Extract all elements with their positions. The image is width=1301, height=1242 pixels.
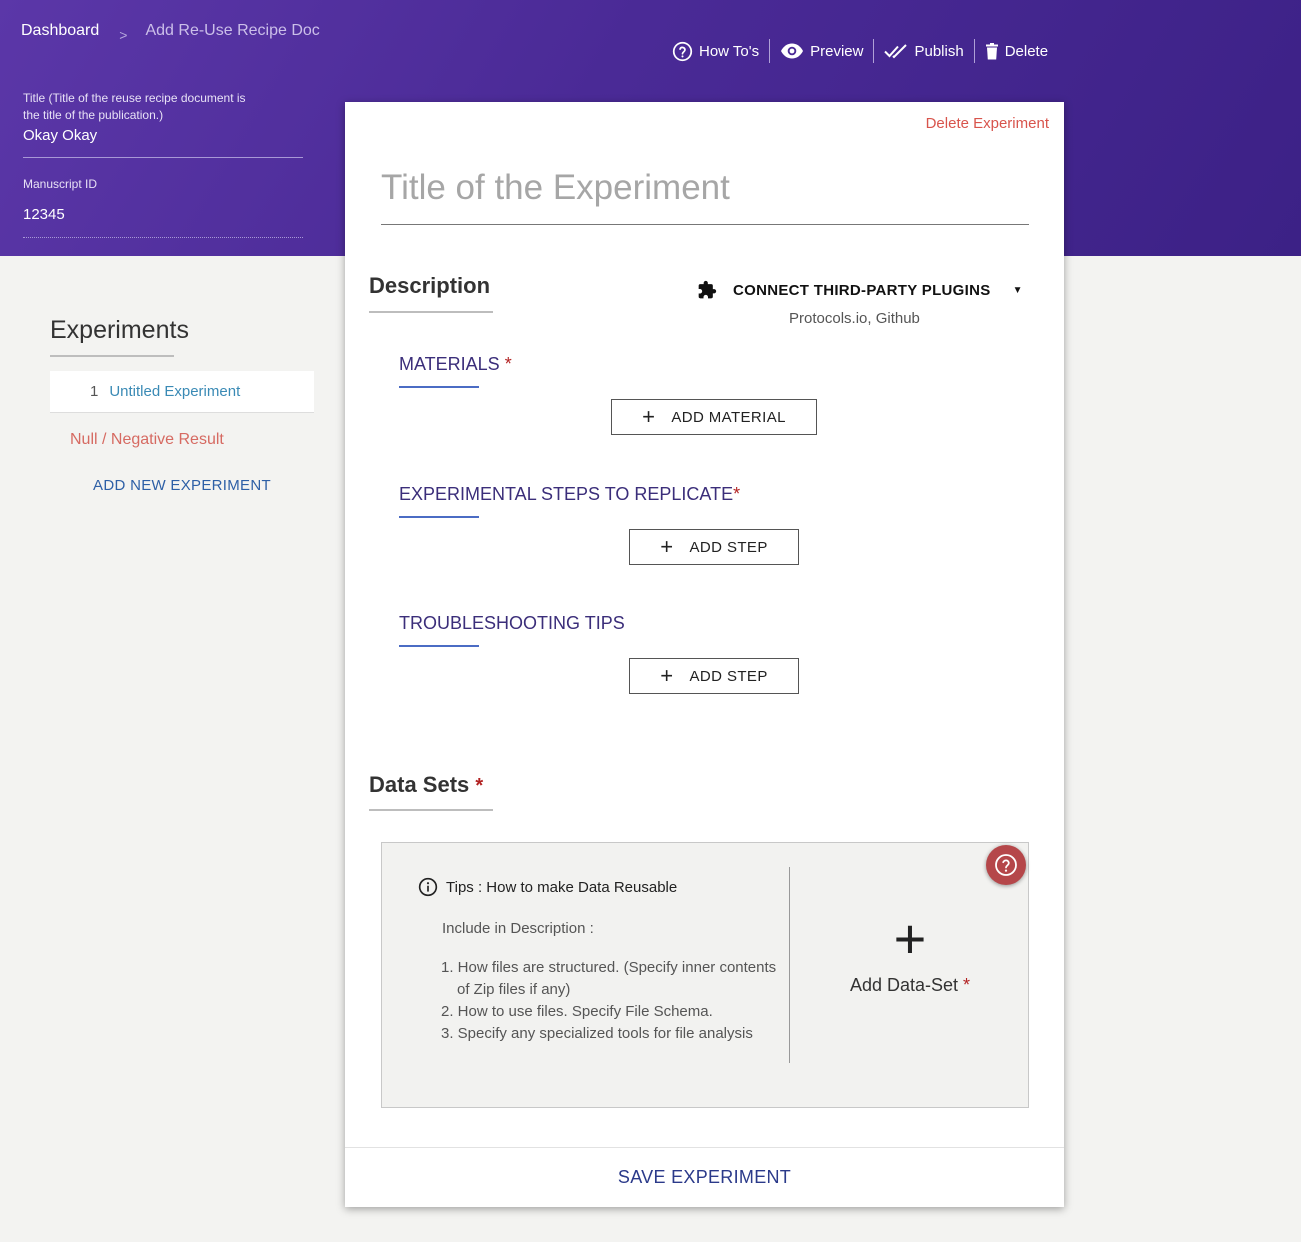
preview-label: Preview xyxy=(810,42,864,60)
plus-icon: + xyxy=(660,663,674,688)
experiment-number: 1 xyxy=(90,383,99,400)
add-material-label: ADD MATERIAL xyxy=(671,408,786,426)
delete-label: Delete xyxy=(1004,42,1049,60)
dataset-panel: Tips : How to make Data Reusable Include… xyxy=(381,842,1029,1108)
tips-include-label: Include in Description : xyxy=(442,920,594,937)
experiments-sidebar: Experiments 1 Untitled Experiment Null /… xyxy=(50,316,314,494)
breadcrumb: Dashboard > Add Re-Use Recipe Doc xyxy=(21,22,320,43)
connect-plugins-label: CONNECT THIRD-PARTY PLUGINS xyxy=(733,281,991,299)
doc-title-label: Title (Title of the reuse recipe documen… xyxy=(23,91,246,105)
add-step-button[interactable]: + ADD STEP xyxy=(629,529,799,565)
description-heading: Description xyxy=(369,273,491,298)
plus-icon: + xyxy=(893,907,927,970)
breadcrumb-dashboard-link[interactable]: Dashboard xyxy=(21,22,99,40)
preview-button[interactable]: Preview xyxy=(770,38,873,64)
plus-icon: + xyxy=(642,404,656,429)
experiment-title-input[interactable] xyxy=(381,162,1029,225)
publish-button[interactable]: Publish xyxy=(874,38,973,64)
eye-icon xyxy=(781,43,804,59)
question-circle-icon xyxy=(995,854,1017,876)
toolbar: How To's Preview Publish Delete xyxy=(662,38,1058,64)
caret-down-icon: ▼ xyxy=(1012,284,1023,296)
question-circle-icon xyxy=(672,41,693,61)
trash-icon xyxy=(985,42,998,59)
materials-title: MATERIALS xyxy=(399,354,500,374)
card-footer: SAVE EXPERIMENT xyxy=(345,1147,1064,1207)
required-asterisk: * xyxy=(504,354,512,374)
experiment-card: Delete Experiment Description CONNECT TH… xyxy=(345,102,1064,1207)
experiment-name: Untitled Experiment xyxy=(109,383,241,400)
connect-plugins-dropdown[interactable]: CONNECT THIRD-PARTY PLUGINS ▼ xyxy=(697,280,1023,300)
steps-title: EXPERIMENTAL STEPS TO REPLICATE xyxy=(399,484,734,504)
doc-title-underline xyxy=(23,157,303,158)
doc-title-field[interactable]: Title (Title of the reuse recipe documen… xyxy=(23,90,246,144)
manuscript-id-underline xyxy=(23,237,303,238)
delete-experiment-link[interactable]: Delete Experiment xyxy=(926,115,1049,132)
materials-heading: MATERIALS * xyxy=(399,354,512,375)
troubleshooting-heading: TROUBLESHOOTING TIPS xyxy=(399,613,625,633)
publish-label: Publish xyxy=(914,42,964,60)
toolbar-divider xyxy=(973,39,975,63)
info-circle-icon xyxy=(418,877,438,897)
tips-list: 1. How files are structured. (Specify in… xyxy=(441,957,791,1045)
materials-underline xyxy=(399,386,479,388)
tips-heading: Tips : How to make Data Reusable xyxy=(418,877,677,897)
manuscript-id-field[interactable]: Manuscript ID 12345 xyxy=(23,176,97,223)
add-material-button[interactable]: + ADD MATERIAL xyxy=(611,399,817,435)
help-button[interactable] xyxy=(986,845,1026,885)
required-asterisk: * xyxy=(475,775,484,797)
doc-title-label-line2: the title of the publication.) xyxy=(23,108,164,122)
datasets-title: Data Sets xyxy=(369,772,470,797)
sidebar-item-experiment[interactable]: 1 Untitled Experiment xyxy=(50,371,314,413)
add-step-label: ADD STEP xyxy=(689,538,768,556)
plus-icon: + xyxy=(660,534,674,559)
tips-title: Tips : How to make Data Reusable xyxy=(446,878,678,896)
experiments-heading: Experiments xyxy=(50,316,189,344)
add-step-label: ADD STEP xyxy=(689,667,768,685)
manuscript-id-label: Manuscript ID xyxy=(23,177,98,191)
save-experiment-button[interactable]: SAVE EXPERIMENT xyxy=(618,1167,791,1188)
required-asterisk: * xyxy=(963,975,971,995)
puzzle-icon xyxy=(698,280,717,299)
howtos-label: How To's xyxy=(699,42,760,60)
manuscript-id-value: 12345 xyxy=(23,206,65,223)
list-item: 2. How to use files. Specify File Schema… xyxy=(441,1003,713,1020)
doc-title-value: Okay Okay xyxy=(23,127,98,144)
datasets-underline xyxy=(369,809,493,811)
toolbar-divider xyxy=(873,39,875,63)
description-underline xyxy=(369,311,493,313)
add-dataset-label: Add Data-Set * xyxy=(790,975,1030,996)
add-new-experiment-button[interactable]: ADD NEW EXPERIMENT xyxy=(50,477,314,494)
plugins-subtitle: Protocols.io, Github xyxy=(789,310,920,327)
double-check-icon xyxy=(884,44,908,59)
troubleshooting-underline xyxy=(399,645,479,647)
breadcrumb-chevron-icon: > xyxy=(119,27,128,43)
add-dataset-button[interactable]: + Add Data-Set * xyxy=(790,911,1030,996)
steps-underline xyxy=(399,516,479,518)
list-item: 3. Specify any specialized tools for fil… xyxy=(441,1025,753,1042)
add-dataset-text: Add Data-Set xyxy=(849,975,959,995)
list-item: 1. How files are structured. (Specify in… xyxy=(441,959,777,998)
steps-heading: EXPERIMENTAL STEPS TO REPLICATE* xyxy=(399,484,740,505)
delete-button[interactable]: Delete xyxy=(975,38,1058,64)
datasets-heading: Data Sets * xyxy=(369,772,483,798)
experiments-heading-underline xyxy=(50,355,174,357)
add-troubleshooting-step-button[interactable]: + ADD STEP xyxy=(629,658,799,694)
toolbar-divider xyxy=(769,39,771,63)
breadcrumb-current: Add Re-Use Recipe Doc xyxy=(145,22,320,39)
required-asterisk: * xyxy=(733,484,741,504)
null-negative-result-link[interactable]: Null / Negative Result xyxy=(50,431,314,449)
howtos-button[interactable]: How To's xyxy=(662,38,769,64)
